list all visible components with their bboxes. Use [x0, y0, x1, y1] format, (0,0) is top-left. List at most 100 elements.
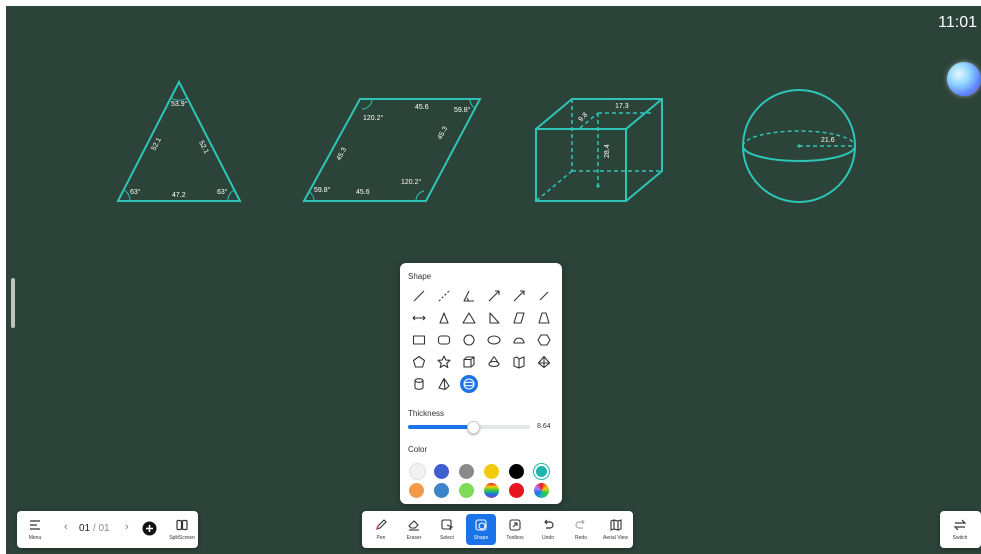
semicircle-icon — [512, 337, 525, 344]
shape-option-rectangle[interactable] — [406, 329, 431, 351]
right-triangle-icon — [488, 312, 500, 324]
sphere-figure[interactable] — [742, 89, 856, 203]
shape-option-ellipse[interactable] — [481, 329, 506, 351]
shape-option-rounded-rectangle[interactable] — [431, 329, 456, 351]
shape-option-cone[interactable] — [481, 351, 506, 373]
eraser-button[interactable]: Eraser — [399, 514, 429, 545]
cube-width: 17.3 — [615, 103, 629, 110]
color-swatch-cell — [409, 481, 434, 500]
shape-option-tetrahedron[interactable] — [431, 373, 456, 395]
shape-option-line[interactable] — [406, 285, 431, 307]
shape-button[interactable]: Shape — [466, 514, 496, 545]
sphere-radius: 21.6 — [821, 137, 835, 144]
triangle-base: 47.2 — [172, 192, 186, 199]
next-page-button[interactable]: › — [125, 521, 129, 533]
pyramid-icon — [537, 355, 550, 369]
shape-option-cube[interactable] — [456, 351, 481, 373]
shape-option-right-triangle[interactable] — [481, 307, 506, 329]
color-swatch-cell — [434, 462, 459, 481]
color-swatch-cell — [459, 481, 484, 500]
color-swatch-cell — [509, 462, 534, 481]
triangle-angle-right: 63° — [217, 188, 228, 196]
pentagon-icon — [412, 355, 425, 368]
menu-button[interactable]: Menu — [20, 514, 50, 545]
page-toolbar: Menu ‹ 01 / 01 › SplitScreen — [17, 511, 198, 548]
shape-option-double-arrow[interactable] — [506, 285, 531, 307]
shape-option-cylinder[interactable] — [406, 373, 431, 395]
redo-label: Redo — [575, 535, 587, 541]
color-swatch-cell — [484, 462, 509, 481]
parallelogram-figure[interactable] — [302, 98, 482, 202]
parallelogram-bottom-side: 45.6 — [356, 189, 370, 196]
parallelogram-angle-bottom-right: 120.2° — [401, 178, 422, 186]
color-swatch[interactable] — [509, 464, 524, 479]
color-swatch[interactable] — [484, 464, 499, 479]
color-swatch[interactable] — [459, 483, 474, 498]
main-toolbar: Pen Eraser Select Shape Toolbox Undo Red… — [362, 511, 633, 548]
cube-height: 28.4 — [604, 144, 611, 158]
shape-option-prism[interactable] — [506, 351, 531, 373]
shape-option-pyramid[interactable] — [531, 351, 556, 373]
color-swatch[interactable] — [534, 483, 549, 498]
triangle-icon — [461, 312, 476, 324]
aerial-view-button[interactable]: Aerial View — [599, 514, 632, 545]
whiteboard-canvas[interactable]: 11:01 53.9° 52.1 52.1 63° 47.2 63° 120.2… — [6, 6, 981, 554]
rounded-rectangle-icon — [437, 335, 450, 345]
shape-option-angle[interactable] — [456, 285, 481, 307]
parallelogram-angle-top-left: 120.2° — [363, 114, 384, 122]
color-swatch[interactable] — [536, 466, 547, 477]
color-swatch[interactable] — [409, 483, 424, 498]
shape-option-dashed-line[interactable] — [431, 285, 456, 307]
shape-option-semicircle[interactable] — [506, 329, 531, 351]
color-swatch[interactable] — [409, 463, 426, 480]
color-swatch[interactable] — [484, 483, 499, 498]
add-page-icon[interactable] — [142, 521, 157, 536]
pen-icon — [376, 519, 387, 530]
angle-icon — [462, 290, 474, 302]
color-grid — [409, 462, 559, 500]
shape-option-pentagon[interactable] — [406, 351, 431, 373]
shape-option-isosceles-triangle[interactable] — [431, 307, 456, 329]
shape-option-double-headed-arrow[interactable] — [406, 307, 431, 329]
select-button[interactable]: Select — [432, 514, 462, 545]
isosceles-triangle-icon — [438, 312, 449, 324]
thickness-label: Thickness — [408, 409, 445, 418]
color-swatch[interactable] — [509, 483, 524, 498]
shape-option-triangle[interactable] — [456, 307, 481, 329]
thickness-slider-knob[interactable] — [466, 421, 480, 434]
parallelogram-angle-bottom-left: 59.8° — [314, 186, 331, 194]
hexagon-icon — [536, 334, 551, 346]
pen-button[interactable]: Pen — [366, 514, 396, 545]
prev-page-button[interactable]: ‹ — [64, 521, 68, 533]
shape-option-pen-line[interactable] — [531, 285, 556, 307]
trapezoid-icon — [537, 312, 550, 324]
cube-figure[interactable] — [535, 98, 663, 202]
toolbox-button[interactable]: Toolbox — [500, 514, 530, 545]
color-swatch[interactable] — [459, 464, 474, 479]
redo-button[interactable]: Redo — [566, 514, 596, 545]
switch-button[interactable]: Switch — [945, 514, 975, 545]
page-current: 01 — [79, 523, 91, 534]
shape-option-hexagon[interactable] — [531, 329, 556, 351]
rectangle-icon — [412, 335, 425, 345]
color-swatch[interactable] — [434, 464, 449, 479]
shape-option-star[interactable] — [431, 351, 456, 373]
shape-option-sphere[interactable] — [456, 373, 481, 395]
splitscreen-button[interactable]: SplitScreen — [165, 514, 199, 545]
switch-icon — [953, 519, 967, 531]
select-label: Select — [440, 535, 454, 541]
shape-option-parallelogram[interactable] — [506, 307, 531, 329]
color-swatch-cell — [484, 481, 509, 500]
toolbox-label: Toolbox — [506, 535, 524, 541]
color-swatch[interactable] — [434, 483, 449, 498]
ellipse-icon — [486, 335, 501, 345]
parallelogram-icon — [512, 312, 525, 324]
eraser-icon — [408, 520, 419, 531]
thickness-slider[interactable] — [408, 421, 530, 434]
page-indicator: 01 / 01 — [79, 523, 110, 534]
shape-option-circle[interactable] — [456, 329, 481, 351]
shape-option-trapezoid[interactable] — [531, 307, 556, 329]
undo-button[interactable]: Undo — [533, 514, 563, 545]
triangle-figure[interactable] — [116, 79, 242, 202]
shape-option-arrow[interactable] — [481, 285, 506, 307]
